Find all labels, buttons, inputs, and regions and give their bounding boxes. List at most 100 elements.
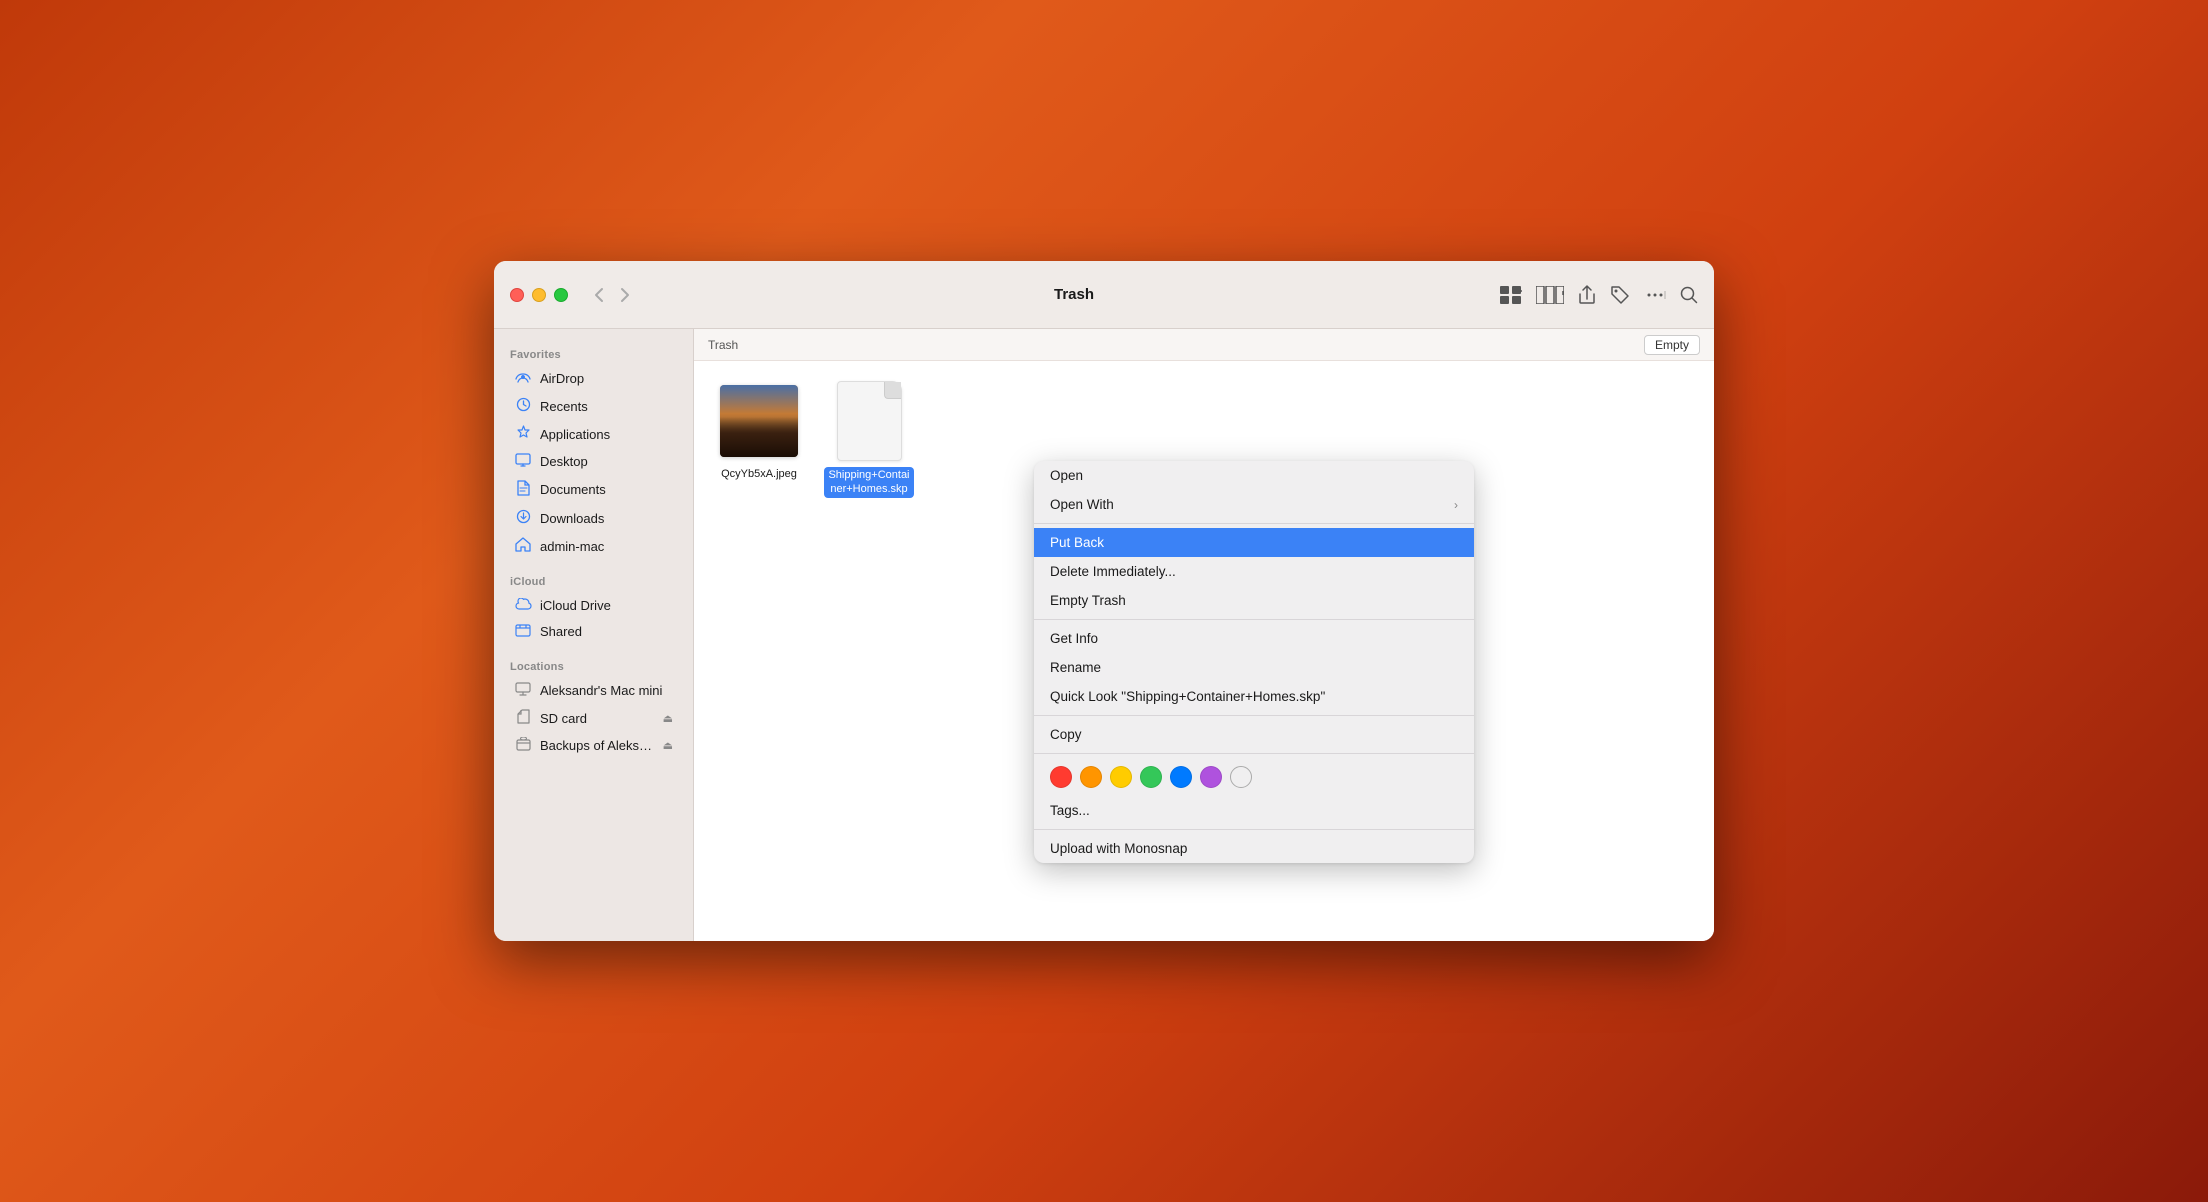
- cm-get-info-label: Get Info: [1050, 631, 1458, 646]
- sidebar-item-documents[interactable]: Documents: [500, 475, 687, 504]
- desktop-label: Desktop: [540, 454, 588, 469]
- cm-empty-trash-label: Empty Trash: [1050, 593, 1458, 608]
- documents-label: Documents: [540, 482, 606, 497]
- cm-quick-look[interactable]: Quick Look "Shipping+Container+Homes.skp…: [1034, 682, 1474, 711]
- cm-get-info[interactable]: Get Info: [1034, 624, 1474, 653]
- sidebar-item-airdrop[interactable]: AirDrop: [500, 365, 687, 392]
- sidebar-item-mac-mini[interactable]: Aleksandr's Mac mini: [500, 677, 687, 704]
- cm-divider-4: [1034, 753, 1474, 754]
- recents-icon: [514, 397, 532, 415]
- desktop-icon: [514, 453, 532, 470]
- jpeg-filename: QcyYb5xA.jpeg: [721, 467, 797, 481]
- cm-open-with[interactable]: Open With ›: [1034, 490, 1474, 519]
- tag-color-red[interactable]: [1050, 766, 1072, 788]
- cm-divider-2: [1034, 619, 1474, 620]
- cm-quick-look-label: Quick Look "Shipping+Container+Homes.skp…: [1050, 689, 1458, 704]
- cm-rename-label: Rename: [1050, 660, 1458, 675]
- cm-empty-trash[interactable]: Empty Trash: [1034, 586, 1474, 615]
- close-button[interactable]: [510, 288, 524, 302]
- cm-divider-5: [1034, 829, 1474, 830]
- home-label: admin-mac: [540, 539, 604, 554]
- cm-put-back-label: Put Back: [1050, 535, 1458, 550]
- backups-eject[interactable]: ⏏: [663, 739, 673, 752]
- airdrop-icon: [514, 370, 532, 387]
- tag-color-none[interactable]: [1230, 766, 1252, 788]
- tag-color-blue[interactable]: [1170, 766, 1192, 788]
- cm-divider-3: [1034, 715, 1474, 716]
- airdrop-label: AirDrop: [540, 371, 584, 386]
- tag-color-yellow[interactable]: [1110, 766, 1132, 788]
- sidebar-item-shared[interactable]: Shared: [500, 618, 687, 645]
- column-view-icon[interactable]: [1536, 286, 1564, 304]
- files-area: QcyYb5xA.jpeg Shipping+Container+Homes.s…: [694, 361, 1714, 941]
- sidebar-item-recents[interactable]: Recents: [500, 392, 687, 420]
- nav-buttons: [588, 283, 636, 307]
- cm-tags-colors-row: [1034, 758, 1474, 796]
- downloads-icon: [514, 509, 532, 527]
- empty-trash-button[interactable]: Empty: [1644, 335, 1700, 355]
- forward-button[interactable]: [614, 283, 636, 307]
- backups-icon: [514, 737, 532, 754]
- minimize-button[interactable]: [532, 288, 546, 302]
- mac-mini-label: Aleksandr's Mac mini: [540, 683, 662, 698]
- sidebar-item-downloads[interactable]: Downloads: [500, 504, 687, 532]
- sidebar-item-sd-card[interactable]: SD card ⏏: [500, 704, 687, 732]
- jpeg-thumbnail: [720, 385, 798, 457]
- sidebar-item-home[interactable]: admin-mac: [500, 532, 687, 560]
- locations-label: Locations: [494, 653, 693, 677]
- grid-view-icon[interactable]: [1500, 286, 1522, 304]
- search-icon[interactable]: [1680, 286, 1698, 304]
- content-area: Favorites AirDrop: [494, 329, 1714, 941]
- toolbar-actions: [1500, 285, 1698, 305]
- window-title: Trash: [648, 286, 1500, 303]
- cm-open[interactable]: Open: [1034, 461, 1474, 490]
- file-icon-jpeg: [719, 381, 799, 461]
- shared-icon: [514, 623, 532, 640]
- file-item-jpeg[interactable]: QcyYb5xA.jpeg: [714, 381, 804, 498]
- cm-rename[interactable]: Rename: [1034, 653, 1474, 682]
- sidebar-item-desktop[interactable]: Desktop: [500, 448, 687, 475]
- mac-mini-icon: [514, 682, 532, 699]
- maximize-button[interactable]: [554, 288, 568, 302]
- sidebar-item-backups[interactable]: Backups of Aleksa... ⏏: [500, 732, 687, 759]
- cm-delete-immediately[interactable]: Delete Immediately...: [1034, 557, 1474, 586]
- applications-icon: [514, 425, 532, 443]
- share-icon[interactable]: [1578, 285, 1596, 305]
- skp-filename: Shipping+Container+Homes.skp: [824, 467, 914, 498]
- sd-card-eject[interactable]: ⏏: [663, 712, 673, 725]
- cm-upload-monosnap[interactable]: Upload with Monosnap: [1034, 834, 1474, 863]
- icloud-drive-label: iCloud Drive: [540, 598, 611, 613]
- cm-copy[interactable]: Copy: [1034, 720, 1474, 749]
- home-icon: [514, 537, 532, 555]
- context-menu: Open Open With › Put Back Delete Immedia…: [1034, 461, 1474, 863]
- cm-put-back[interactable]: Put Back: [1034, 528, 1474, 557]
- applications-label: Applications: [540, 427, 610, 442]
- path-bar-label: Trash: [708, 338, 738, 352]
- cm-delete-immediately-label: Delete Immediately...: [1050, 564, 1458, 579]
- sd-card-label: SD card: [540, 711, 587, 726]
- tag-color-orange[interactable]: [1080, 766, 1102, 788]
- more-icon[interactable]: [1644, 286, 1666, 304]
- recents-label: Recents: [540, 399, 588, 414]
- cm-tags[interactable]: Tags...: [1034, 796, 1474, 825]
- back-button[interactable]: [588, 283, 610, 307]
- cm-tags-label: Tags...: [1050, 803, 1458, 818]
- sidebar-item-applications[interactable]: Applications: [500, 420, 687, 448]
- file-icon-skp: [829, 381, 909, 461]
- downloads-label: Downloads: [540, 511, 604, 526]
- cm-divider-1: [1034, 523, 1474, 524]
- tag-color-green[interactable]: [1140, 766, 1162, 788]
- sd-card-icon: [514, 709, 532, 727]
- file-item-skp[interactable]: Shipping+Container+Homes.skp: [824, 381, 914, 498]
- tag-icon[interactable]: [1610, 285, 1630, 305]
- cm-open-with-arrow: ›: [1454, 498, 1458, 512]
- path-bar: Trash Empty: [694, 329, 1714, 361]
- toolbar: Trash: [494, 261, 1714, 329]
- cm-open-with-label: Open With: [1050, 497, 1454, 512]
- backups-label: Backups of Aleksa...: [540, 738, 655, 753]
- cm-copy-label: Copy: [1050, 727, 1458, 742]
- generic-file-icon: [837, 381, 902, 461]
- sidebar-item-icloud-drive[interactable]: iCloud Drive: [500, 592, 687, 618]
- tag-color-purple[interactable]: [1200, 766, 1222, 788]
- icloud-label: iCloud: [494, 568, 693, 592]
